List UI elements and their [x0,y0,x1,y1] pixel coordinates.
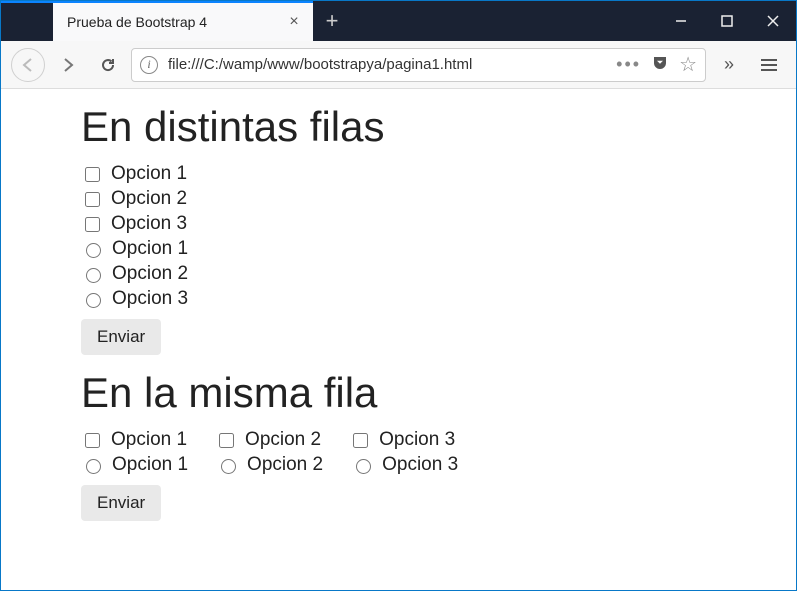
maximize-button[interactable] [704,1,750,41]
close-window-button[interactable] [750,1,796,41]
browser-tab-active[interactable]: Prueba de Bootstrap 4 × [53,1,313,41]
radio-opcion-3[interactable] [86,293,101,308]
checkbox-label[interactable]: Opcion 2 [245,429,321,451]
checkbox-row: Opcion 3 [349,429,455,451]
url-input[interactable] [166,55,608,74]
radio-label[interactable]: Opcion 2 [112,263,188,285]
radio-row: Opcion 2 [216,454,323,476]
radio-row: Opcion 2 [81,263,796,285]
back-button[interactable] [11,48,45,82]
tab-title: Prueba de Bootstrap 4 [67,14,285,30]
page-actions-icon[interactable]: ••• [616,54,641,75]
close-tab-icon[interactable]: × [285,13,303,31]
checkbox-inline-3[interactable] [353,433,368,448]
overflow-button[interactable]: » [712,48,746,82]
minimize-button[interactable] [658,1,704,41]
checkbox-row: Opcion 1 [81,163,796,185]
checkbox-inline-1[interactable] [85,433,100,448]
radio-label[interactable]: Opcion 3 [382,454,458,476]
close-icon [767,15,779,27]
heading-section-1: En distintas filas [81,103,796,151]
page-content: En distintas filas Opcion 1 Opcion 2 Opc… [1,103,796,521]
checkbox-row: Opcion 2 [81,188,796,210]
menu-button[interactable] [752,48,786,82]
maximize-icon [721,15,733,27]
checkbox-inline-2[interactable] [219,433,234,448]
checkbox-opcion-2[interactable] [85,192,100,207]
radio-row: Opcion 1 [81,454,188,476]
titlebar-left-pad [1,1,53,41]
radio-row: Opcion 3 [81,288,796,310]
radio-inline-3[interactable] [356,459,371,474]
window-controls [658,1,796,41]
checkbox-label[interactable]: Opcion 2 [111,188,187,210]
checkbox-opcion-3[interactable] [85,217,100,232]
submit-button-1[interactable]: Enviar [81,319,161,355]
radio-label[interactable]: Opcion 1 [112,454,188,476]
radio-opcion-1[interactable] [86,243,101,258]
checkbox-label[interactable]: Opcion 3 [111,213,187,235]
pocket-icon[interactable] [651,54,669,76]
radio-opcion-2[interactable] [86,268,101,283]
checkbox-label[interactable]: Opcion 1 [111,163,187,185]
window-titlebar: Prueba de Bootstrap 4 × + [1,1,796,41]
checkbox-row: Opcion 2 [215,429,321,451]
minimize-icon [675,15,687,27]
submit-button-2[interactable]: Enviar [81,485,161,521]
radio-row: Opcion 3 [351,454,458,476]
arrow-left-icon [20,57,36,73]
site-info-icon[interactable]: i [140,56,158,74]
arrow-right-icon [60,57,76,73]
urlbar-actions: ••• ☆ [616,52,697,77]
chevron-double-right-icon: » [724,54,734,75]
inline-radio-group: Opcion 1 Opcion 2 Opcion 3 [81,454,796,476]
radio-label[interactable]: Opcion 1 [112,238,188,260]
checkbox-row: Opcion 1 [81,429,187,451]
radio-label[interactable]: Opcion 3 [112,288,188,310]
radio-label[interactable]: Opcion 2 [247,454,323,476]
titlebar-spacer [351,1,658,41]
reload-icon [100,57,116,73]
heading-section-2: En la misma fila [81,369,796,417]
radio-inline-2[interactable] [221,459,236,474]
forward-button[interactable] [51,48,85,82]
reload-button[interactable] [91,48,125,82]
checkbox-label[interactable]: Opcion 3 [379,429,455,451]
inline-checkbox-group: Opcion 1 Opcion 2 Opcion 3 [81,429,796,451]
new-tab-button[interactable]: + [313,1,351,41]
checkbox-label[interactable]: Opcion 1 [111,429,187,451]
radio-row: Opcion 1 [81,238,796,260]
browser-toolbar: i ••• ☆ » [1,41,796,89]
form-section-1: Opcion 1 Opcion 2 Opcion 3 Opcion 1 Opci… [81,163,796,355]
hamburger-icon [761,59,777,71]
radio-inline-1[interactable] [86,459,101,474]
checkbox-row: Opcion 3 [81,213,796,235]
address-bar[interactable]: i ••• ☆ [131,48,706,82]
checkbox-opcion-1[interactable] [85,167,100,182]
bookmark-star-icon[interactable]: ☆ [679,52,697,77]
form-section-2: Opcion 1 Opcion 2 Opcion 3 Opcion 1 Opci… [81,429,796,521]
